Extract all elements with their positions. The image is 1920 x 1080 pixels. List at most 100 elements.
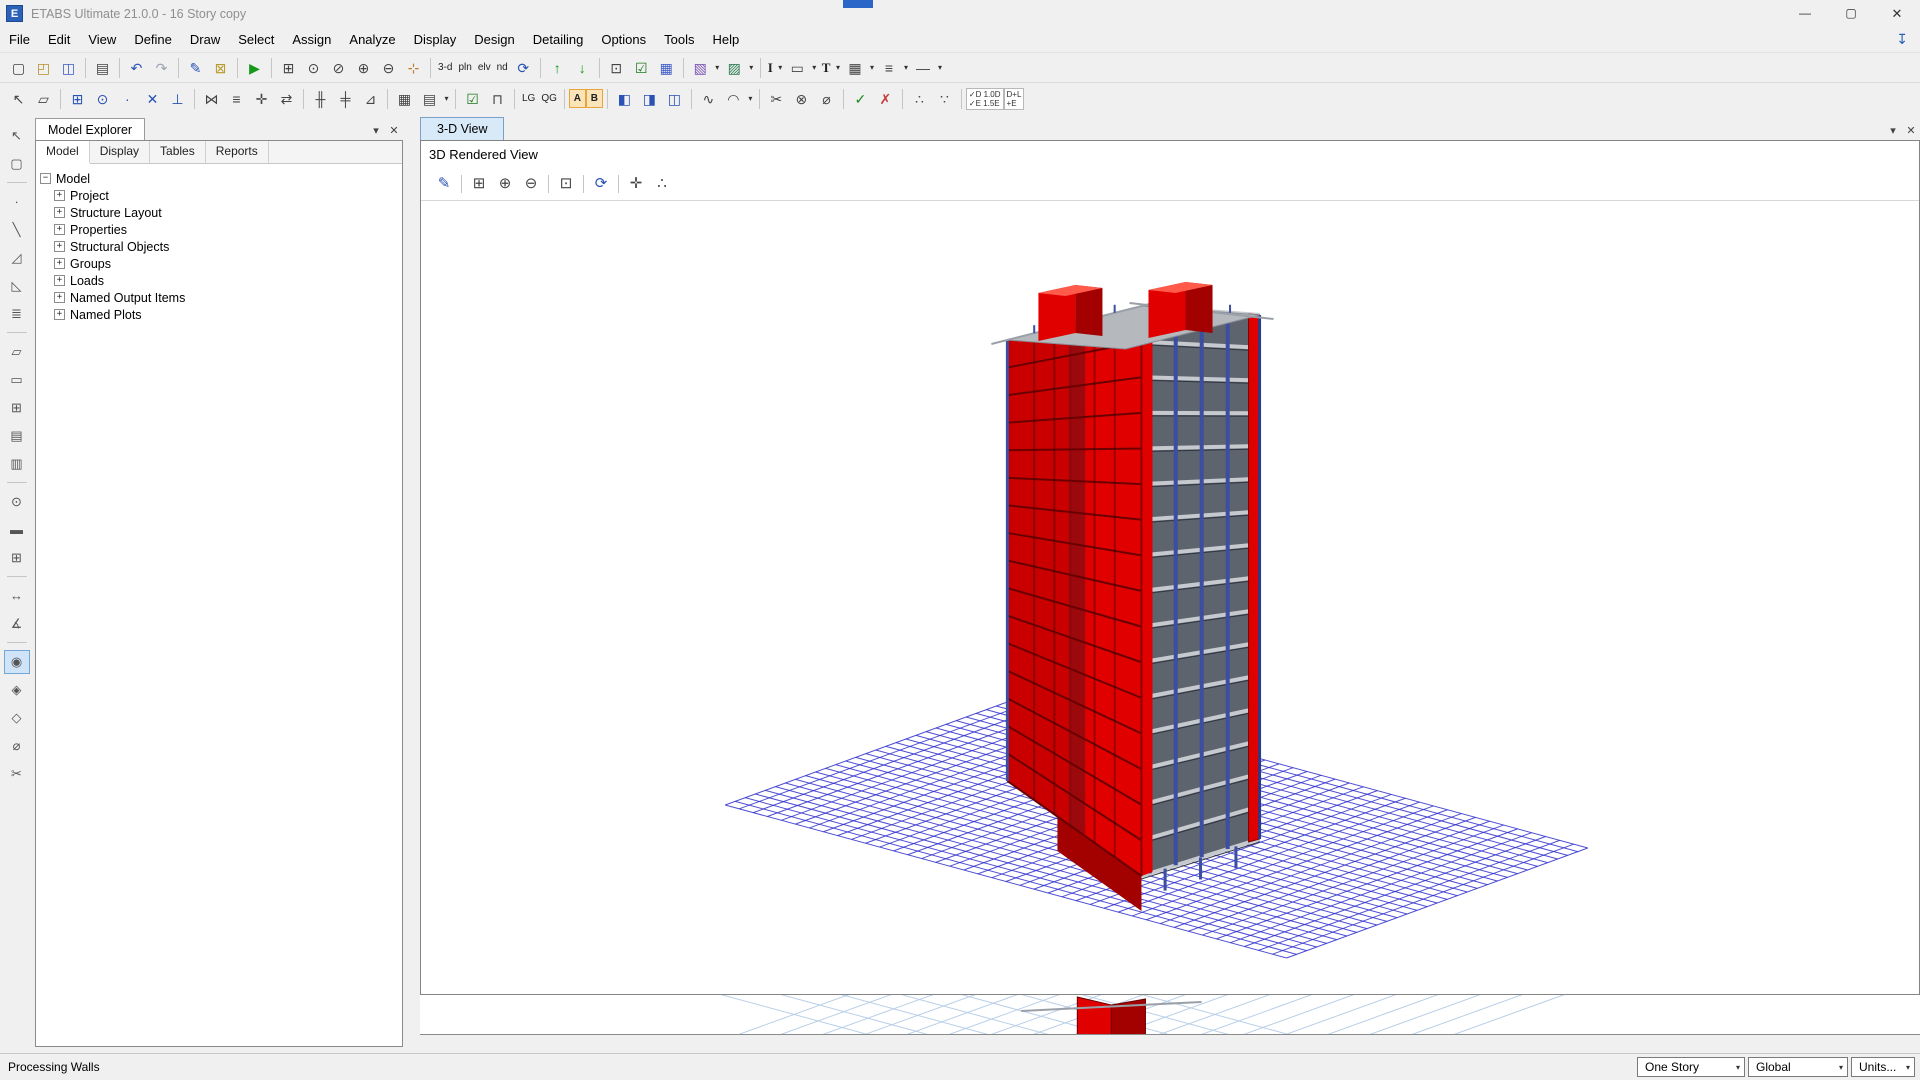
undo-icon[interactable]: ↶ — [124, 56, 149, 80]
join-frames-icon[interactable]: ╪ — [333, 87, 358, 111]
tab-reports[interactable]: Reports — [206, 141, 269, 163]
measure-angle-icon[interactable]: ∡ — [4, 612, 30, 636]
show-deformed-shape-icon[interactable]: ∿ — [696, 87, 721, 111]
tendon-sections-button[interactable]: T — [819, 60, 834, 76]
line-object-icon[interactable]: — — [910, 56, 935, 80]
tree-item-properties[interactable]: +Properties — [54, 221, 398, 238]
explorer-close-icon[interactable]: ✕ — [385, 124, 403, 140]
menu-select[interactable]: Select — [229, 27, 283, 52]
frame-sections-caret-icon[interactable]: ▾ — [776, 63, 785, 72]
expand-icon[interactable]: + — [54, 224, 65, 235]
pan-icon[interactable]: ⊹ — [401, 56, 426, 80]
open-model-icon[interactable]: ◰ — [31, 56, 56, 80]
show-tooltip-icon[interactable]: ∴ — [907, 87, 932, 111]
edit-model-icon[interactable]: ✎ — [183, 56, 208, 80]
menu-options[interactable]: Options — [592, 27, 655, 52]
menu-help[interactable]: Help — [704, 27, 749, 52]
expand-icon[interactable]: + — [54, 241, 65, 252]
snap-to-fine-grid-icon[interactable]: ⌀ — [4, 734, 30, 758]
deck-sections-caret-icon[interactable]: ▾ — [901, 63, 910, 72]
model-explorer-title-tab[interactable]: Model Explorer — [35, 118, 145, 140]
accept-edit-icon[interactable]: ✓ — [848, 87, 873, 111]
zoom-in-icon[interactable]: ⊕ — [492, 172, 518, 196]
show-joints-icon[interactable]: ∴ — [649, 172, 675, 196]
menu-assign[interactable]: Assign — [283, 27, 340, 52]
minimize-button[interactable]: — — [1782, 0, 1828, 27]
run-analysis-icon[interactable]: ▶ — [242, 56, 267, 80]
named-view-button[interactable]: nd — [494, 62, 511, 73]
snap-to-perpendicular-icon[interactable]: ⊥ — [165, 87, 190, 111]
plan-view-button[interactable]: pln — [455, 62, 474, 73]
units-button[interactable]: Units... ▾ — [1851, 1057, 1915, 1077]
tree-item-named-plots[interactable]: +Named Plots — [54, 306, 398, 323]
draw-frame-icon[interactable]: ╲ — [4, 218, 30, 242]
snap-to-lines-icon[interactable]: ◇ — [4, 706, 30, 730]
menu-draw[interactable]: Draw — [181, 27, 229, 52]
quick-draw-braces-icon[interactable]: ◺ — [4, 274, 30, 298]
elevation-view-button[interactable]: elv — [475, 62, 494, 73]
align-objects-icon[interactable]: ≡ — [224, 87, 249, 111]
edit-story-caret-icon[interactable]: ▾ — [442, 94, 451, 103]
move-objects-icon[interactable]: ✛ — [249, 87, 274, 111]
extrude-shape-icon[interactable]: ⊿ — [358, 87, 383, 111]
close-button[interactable]: ✕ — [1874, 0, 1920, 27]
tree-item-named-output-items[interactable]: +Named Output Items — [54, 289, 398, 306]
rotate-3d-view-icon[interactable]: ⟳ — [511, 56, 536, 80]
section-cut-draw-icon[interactable]: ✂ — [4, 762, 30, 786]
snap-to-grid-icon[interactable]: ⊞ — [65, 87, 90, 111]
collapse-icon[interactable]: − — [40, 173, 51, 184]
tab-tables[interactable]: Tables — [150, 141, 206, 163]
force-diagram-caret-icon[interactable]: ▾ — [746, 94, 755, 103]
draw-properties-icon[interactable]: ▧ — [688, 56, 713, 80]
menu-analyze[interactable]: Analyze — [340, 27, 404, 52]
object-shrink-toggle-icon[interactable]: ⊡ — [604, 56, 629, 80]
tree-item-project[interactable]: +Project — [54, 187, 398, 204]
show-undeformed-icon[interactable]: ⊓ — [485, 87, 510, 111]
expand-icon[interactable]: + — [54, 275, 65, 286]
menu-tools[interactable]: Tools — [655, 27, 703, 52]
expand-icon[interactable]: + — [54, 309, 65, 320]
deck-sections-icon[interactable]: ≡ — [876, 56, 901, 80]
menu-view[interactable]: View — [79, 27, 125, 52]
draw-grid-icon[interactable]: ⊞ — [4, 546, 30, 570]
zoom-in-one-step-icon[interactable]: ⊕ — [351, 56, 376, 80]
quick-draw-floor-icon[interactable]: ⊞ — [4, 396, 30, 420]
pan-view-icon[interactable]: ⊡ — [553, 172, 579, 196]
coord-system-selector[interactable]: Global ▾ — [1748, 1057, 1848, 1077]
edit-story-data-icon[interactable]: ▤ — [417, 87, 442, 111]
expand-icon[interactable]: + — [54, 292, 65, 303]
save-model-icon[interactable]: ◫ — [56, 56, 81, 80]
section-cut-icon[interactable]: ✂ — [764, 87, 789, 111]
draw-dimension-icon[interactable]: ↔ — [4, 584, 30, 608]
tree-item-structural-objects[interactable]: +Structural Objects — [54, 238, 398, 255]
zoom-out-one-step-icon[interactable]: ⊖ — [376, 56, 401, 80]
show-force-diagram-icon[interactable]: ◠ — [721, 87, 746, 111]
tree-item-loads[interactable]: +Loads — [54, 272, 398, 289]
select-pointer-icon[interactable]: ↖ — [4, 124, 30, 148]
draw-properties-caret-icon[interactable]: ▾ — [713, 63, 722, 72]
snap-to-joints-icon[interactable]: ◉ — [4, 650, 30, 674]
load-combo-dl-button[interactable]: D+L +E — [1004, 88, 1025, 110]
split-view-right-icon[interactable]: ◨ — [637, 87, 662, 111]
draw-reference-point-icon[interactable]: ⊙ — [4, 490, 30, 514]
draw-floor-icon[interactable]: ▱ — [4, 340, 30, 364]
zoom-out-icon[interactable]: ⊖ — [518, 172, 544, 196]
tab-3d-view[interactable]: 3-D View — [420, 117, 504, 140]
select-window-icon[interactable]: ▱ — [31, 87, 56, 111]
show-axes-icon[interactable]: ∵ — [932, 87, 957, 111]
snap-to-midpoints-icon[interactable]: ◈ — [4, 678, 30, 702]
restore-button[interactable]: ▢ — [1828, 0, 1874, 27]
tree-item-structure-layout[interactable]: +Structure Layout — [54, 204, 398, 221]
clear-display-icon[interactable]: ⌀ — [814, 87, 839, 111]
view-close-icon[interactable]: ✕ — [1902, 124, 1920, 140]
zoom-window-icon[interactable]: ⊞ — [466, 172, 492, 196]
load-combo-de-button[interactable]: ✓D 1.0D ✓E 1.5E — [966, 88, 1004, 110]
tendon-sections-caret-icon[interactable]: ▾ — [833, 63, 842, 72]
frame-sections-button[interactable]: I — [765, 60, 776, 76]
tab-model[interactable]: Model — [36, 141, 90, 164]
restore-full-view-icon[interactable]: ⊙ — [301, 56, 326, 80]
expand-icon[interactable]: + — [54, 258, 65, 269]
lock-model-icon[interactable]: ⊠ — [208, 56, 233, 80]
merge-joints-icon[interactable]: ⋈ — [199, 87, 224, 111]
menu-display[interactable]: Display — [405, 27, 466, 52]
